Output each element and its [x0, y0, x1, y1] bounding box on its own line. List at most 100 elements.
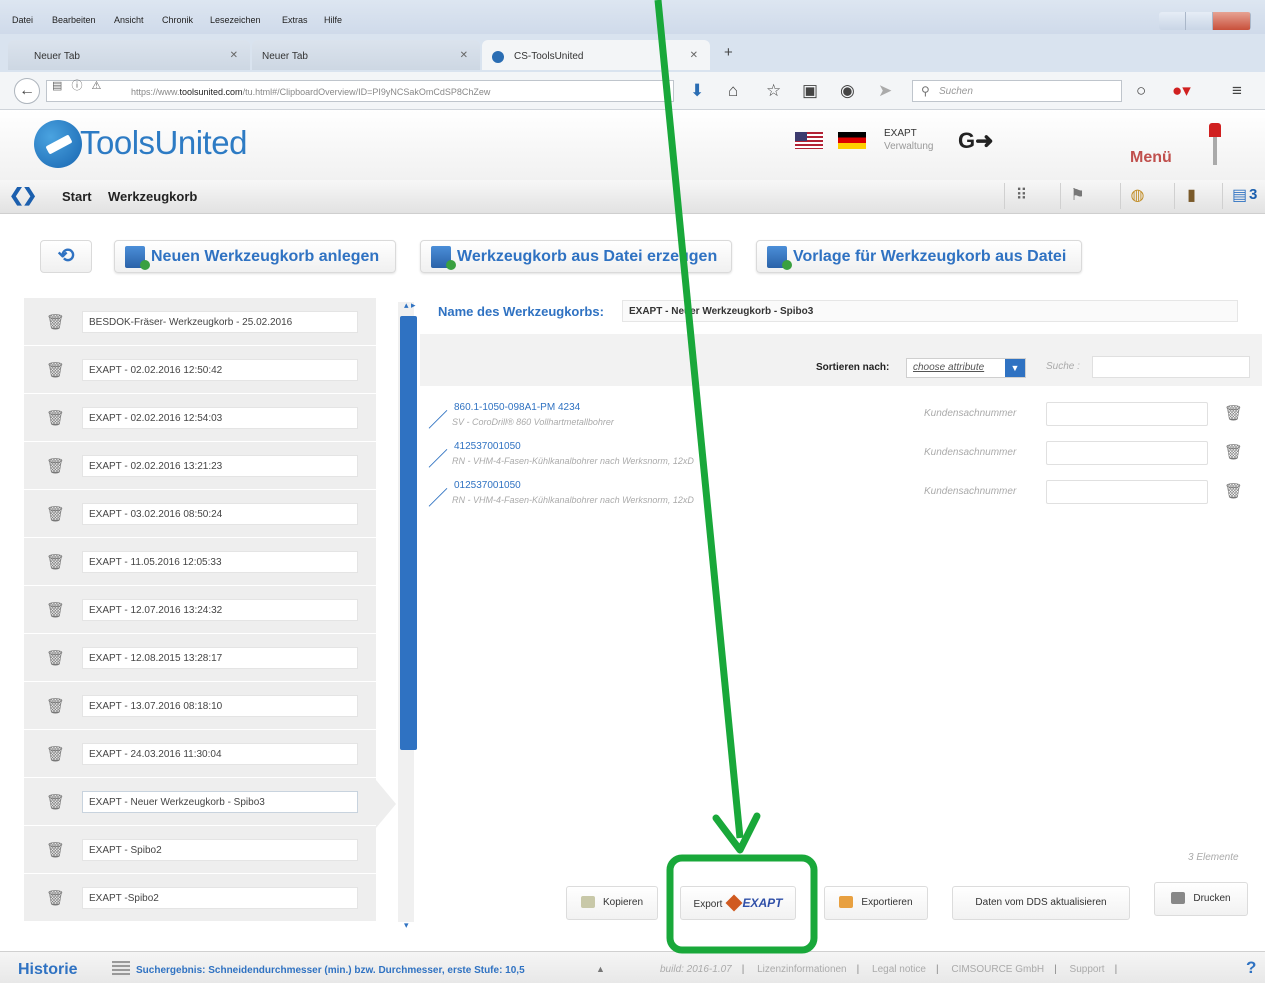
- scrollbar-thumb[interactable]: [400, 316, 417, 750]
- cart-name-input[interactable]: EXAPT - Neuer Werkzeugkorb - Spibo3: [622, 300, 1238, 322]
- grid-icon[interactable]: ⠿: [1004, 183, 1038, 209]
- cart-name[interactable]: BESDOK-Fräser- Werkzeugkorb - 25.02.2016: [82, 311, 358, 333]
- item-code-link[interactable]: 412537001050: [454, 441, 521, 452]
- app-logo-text[interactable]: ToolsUnited: [80, 124, 247, 162]
- edit-pencil-icon[interactable]: ／: [428, 404, 448, 433]
- item-code-link[interactable]: 012537001050: [454, 480, 521, 491]
- flag-de-icon[interactable]: [838, 132, 866, 149]
- cart-list-item[interactable]: 🗑 EXAPT - 13.07.2016 08:18:10: [24, 682, 376, 730]
- footer-link-legal[interactable]: Legal notice: [872, 964, 926, 975]
- export-exapt-button[interactable]: Export EXAPT: [680, 886, 796, 920]
- cart-list-item-selected[interactable]: 🗑 EXAPT - Neuer Werkzeugkorb - Spibo3: [24, 778, 376, 826]
- edit-pencil-icon[interactable]: ／: [428, 443, 448, 472]
- menu-hilfe[interactable]: Hilfe: [324, 15, 342, 25]
- menu-extras[interactable]: Extras: [282, 15, 308, 25]
- globe-icon[interactable]: ◍: [1120, 183, 1154, 209]
- bookmark-star-icon[interactable]: ☆: [766, 81, 781, 101]
- trash-icon[interactable]: 🗑: [46, 505, 65, 523]
- home-icon[interactable]: ⌂: [728, 81, 738, 101]
- cart-name[interactable]: EXAPT - 12.08.2015 13:28:17: [82, 647, 358, 669]
- back-button[interactable]: ←: [14, 78, 40, 104]
- trash-icon[interactable]: 🗑: [46, 697, 65, 715]
- cart-item-row[interactable]: ／ 412537001050 RN - VHM-4-Fasen-Kühlkana…: [422, 441, 1262, 481]
- new-cart-button[interactable]: Neuen Werkzeugkorb anlegen: [114, 240, 396, 273]
- refresh-button[interactable]: ⟲: [40, 240, 92, 273]
- cart-list-item[interactable]: 🗑 BESDOK-Fräser- Werkzeugkorb - 25.02.201…: [24, 298, 376, 346]
- cart-list-item[interactable]: 🗑 EXAPT - 24.03.2016 11:30:04: [24, 730, 376, 778]
- chevron-up-icon[interactable]: ▲: [596, 964, 605, 974]
- maximize-button[interactable]: [1186, 12, 1214, 30]
- customer-number-input[interactable]: [1046, 480, 1208, 504]
- close-tab-icon[interactable]: ✕: [690, 50, 698, 61]
- item-search-input[interactable]: [1092, 356, 1250, 378]
- share-icon[interactable]: ➤: [878, 81, 892, 101]
- customer-number-input[interactable]: [1046, 402, 1208, 426]
- flag-en-icon[interactable]: [795, 132, 823, 149]
- close-window-button[interactable]: [1213, 12, 1251, 30]
- hamburger-menu-icon[interactable]: ≡: [1232, 81, 1242, 101]
- circle-icon[interactable]: ○: [1136, 81, 1146, 101]
- trash-icon[interactable]: 🗑: [46, 793, 65, 811]
- trash-icon[interactable]: 🗑: [46, 361, 65, 379]
- download-icon[interactable]: ⬇: [690, 81, 704, 101]
- footer-link-support[interactable]: Support: [1070, 964, 1105, 975]
- scroll-up-icon[interactable]: ▴ ▸: [404, 300, 416, 311]
- footer-link-license[interactable]: Lizenzinformationen: [757, 964, 847, 975]
- cart-name[interactable]: EXAPT - 13.07.2016 08:18:10: [82, 695, 358, 717]
- cart-list-item[interactable]: 🗑 EXAPT -Spibo2: [24, 874, 376, 922]
- trash-icon[interactable]: 🗑: [46, 889, 65, 907]
- cart-name[interactable]: EXAPT - 24.03.2016 11:30:04: [82, 743, 358, 765]
- footer-link-cimsource[interactable]: CIMSOURCE GmbH: [951, 964, 1044, 975]
- menu-ansicht[interactable]: Ansicht: [114, 15, 144, 25]
- menu-chronik[interactable]: Chronik: [162, 15, 193, 25]
- tab-neuer-tab-2[interactable]: Neuer Tab ✕: [252, 40, 480, 70]
- cart-name[interactable]: EXAPT - 11.05.2016 12:05:33: [82, 551, 358, 573]
- tab-neuer-tab-1[interactable]: Neuer Tab ✕: [8, 40, 250, 70]
- menu-tool-icon[interactable]: [1208, 123, 1222, 165]
- cart-name[interactable]: EXAPT -Spibo2: [82, 887, 358, 909]
- cart-name[interactable]: EXAPT - 02.02.2016 12:50:42: [82, 359, 358, 381]
- cart-list-item[interactable]: 🗑 EXAPT - 02.02.2016 12:50:42: [24, 346, 376, 394]
- new-tab-button[interactable]: +: [724, 44, 733, 61]
- sort-select[interactable]: choose attribute ▼: [906, 358, 1026, 378]
- trash-icon[interactable]: 🗑: [46, 409, 65, 427]
- clipboard-icon[interactable]: ▣: [802, 81, 818, 101]
- close-tab-icon[interactable]: ✕: [230, 50, 238, 61]
- site-info-icon[interactable]: ▤ ⓘ ⚠: [52, 77, 104, 93]
- trash-icon[interactable]: 🗑: [1224, 482, 1243, 500]
- edit-pencil-icon[interactable]: ／: [428, 482, 448, 511]
- menu-bearbeiten[interactable]: Bearbeiten: [52, 15, 96, 25]
- cart-list-item[interactable]: 🗑 EXAPT - 03.02.2016 08:50:24: [24, 490, 376, 538]
- customer-number-input[interactable]: [1046, 441, 1208, 465]
- cart-list-item[interactable]: 🗑 EXAPT - Spibo2: [24, 826, 376, 874]
- cart-list-item[interactable]: 🗑 EXAPT - 02.02.2016 13:21:23: [24, 442, 376, 490]
- cart-name[interactable]: EXAPT - 02.02.2016 12:54:03: [82, 407, 358, 429]
- tab-cs-toolsunited[interactable]: CS-ToolsUnited ✕: [482, 40, 710, 70]
- cart-list-item[interactable]: 🗑 EXAPT - 02.02.2016 12:54:03: [24, 394, 376, 442]
- scroll-down-icon[interactable]: ▾: [404, 920, 409, 931]
- cart-list-item[interactable]: 🗑 EXAPT - 12.07.2016 13:24:32: [24, 586, 376, 634]
- print-button[interactable]: Drucken: [1154, 882, 1248, 916]
- trash-icon[interactable]: 🗑: [46, 313, 65, 331]
- cart-from-file-button[interactable]: Werkzeugkorb aus Datei erzeugen: [420, 240, 732, 273]
- history-entry-link[interactable]: Suchergebnis: Schneidendurchmesser (min.…: [136, 965, 525, 976]
- nav-arrows-icon[interactable]: ❮❯: [9, 185, 37, 206]
- breadcrumb-current[interactable]: Werkzeugkorb: [108, 189, 197, 204]
- close-tab-icon[interactable]: ✕: [460, 50, 468, 61]
- cart-list-item[interactable]: 🗑 EXAPT - 12.08.2015 13:28:17: [24, 634, 376, 682]
- trash-icon[interactable]: 🗑: [46, 601, 65, 619]
- menu-button[interactable]: Menü: [1130, 149, 1172, 167]
- history-button[interactable]: Historie: [18, 961, 78, 979]
- browser-search-input[interactable]: ⚲ Suchen: [912, 80, 1122, 102]
- trash-icon[interactable]: 🗑: [46, 553, 65, 571]
- adblock-icon[interactable]: ●▾: [1172, 81, 1191, 101]
- update-dds-button[interactable]: Daten vom DDS aktualisieren: [952, 886, 1130, 920]
- trash-icon[interactable]: 🗑: [1224, 404, 1243, 422]
- logout-icon[interactable]: G➜: [958, 128, 994, 154]
- cart-name[interactable]: EXAPT - 12.07.2016 13:24:32: [82, 599, 358, 621]
- trash-icon[interactable]: 🗑: [1224, 443, 1243, 461]
- cart-item-row[interactable]: ／ 012537001050 RN - VHM-4-Fasen-Kühlkana…: [422, 480, 1262, 520]
- breadcrumb-start[interactable]: Start: [62, 189, 92, 204]
- cart-item-row[interactable]: ／ 860.1-1050-098A1-PM 4234 SV - CoroDril…: [422, 402, 1262, 442]
- cart-name[interactable]: EXAPT - Spibo2: [82, 839, 358, 861]
